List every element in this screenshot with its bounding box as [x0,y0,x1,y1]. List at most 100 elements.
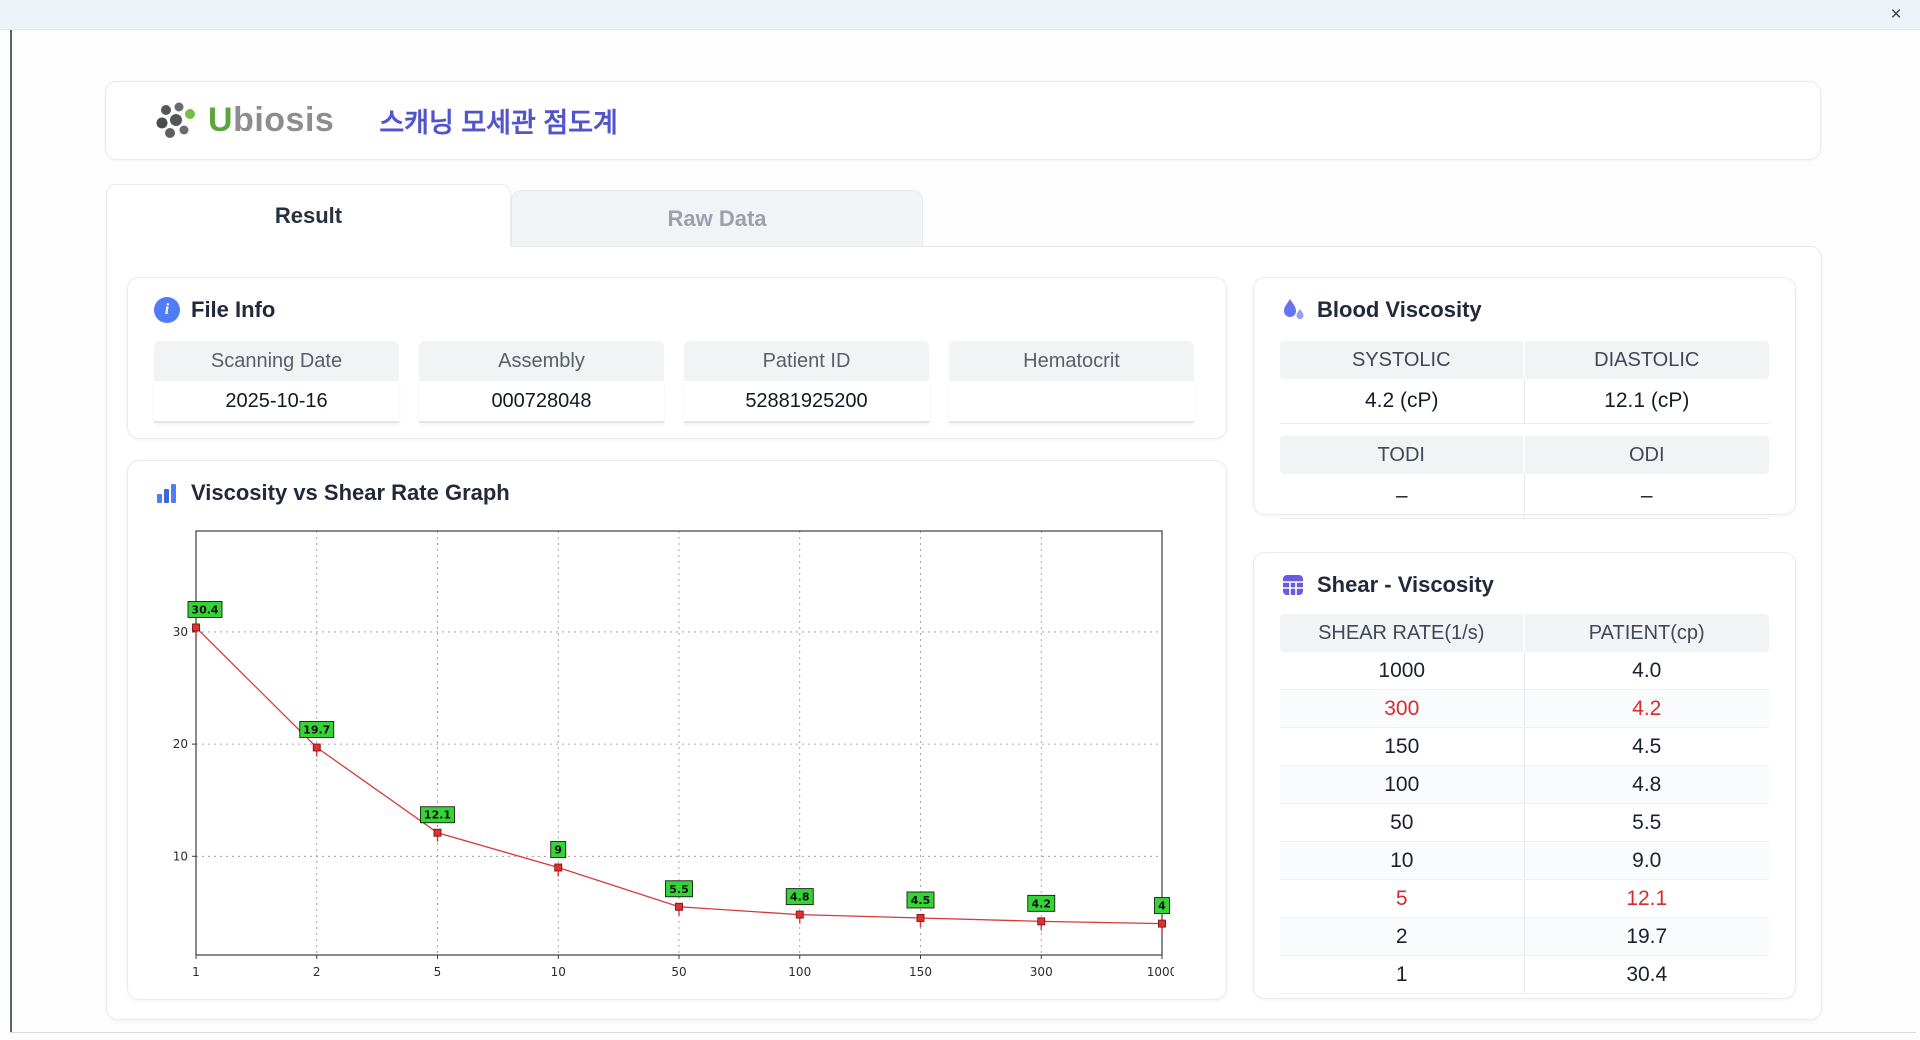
svg-text:50: 50 [671,965,686,979]
shear-rate-cell: 1 [1280,956,1525,993]
odi-value: – [1524,474,1769,519]
shear-rate-cell: 50 [1280,804,1525,841]
shear-viscosity-row: 300 4.2 [1280,690,1769,728]
todi-value: – [1280,474,1525,519]
file-info-field: Patient ID 52881925200 [684,341,929,423]
svg-text:5.5: 5.5 [669,883,689,896]
file-info-fields: Scanning Date 2025-10-16 Assembly 000728048… [154,341,1200,423]
shear-rate-cell: 150 [1280,728,1525,765]
viscosity-chart: 10 20 30 1 2 5 10 50 100 150 300 1000 30.4 19.7 12.1 9 5… [173,530,1177,979]
tab-result[interactable]: Result [106,184,511,247]
logo-letter-u: U [208,101,234,139]
patient-cell: 4.8 [1632,772,1662,796]
svg-text:150: 150 [909,965,932,979]
tab-raw-data[interactable]: Raw Data [511,190,923,246]
file-info-field: Scanning Date 2025-10-16 [154,341,399,423]
patient-cell: 19.7 [1626,924,1668,948]
patient-cell: 4.5 [1632,734,1662,758]
main-panel: i File Info Scanning Date 2025-10-16 Assem… [106,246,1822,1020]
window-bottom-border [10,1032,1916,1033]
systolic-value: 4.2 (cP) [1280,379,1525,424]
diastolic-value: 12.1 (cP) [1524,379,1769,424]
shear-viscosity-row: 5 12.1 [1280,880,1769,918]
field-value: 52881925200 [684,381,929,423]
chart-area: 10 20 30 1 2 5 10 50 100 150 300 1000 30.4 19.7 12.1 9 5… [164,527,1177,997]
window-titlebar: × [0,0,1920,30]
odi-label: ODI [1524,436,1769,474]
logo-text: Ubiosis [208,101,334,140]
svg-text:9: 9 [554,844,562,857]
info-icon: i [154,297,180,323]
blood-viscosity-grid: SYSTOLIC DIASTOLIC 4.2 (cP) 12.1 (cP) TO… [1280,341,1769,519]
svg-text:10: 10 [173,849,188,863]
svg-text:12.1: 12.1 [424,809,451,822]
field-value: 2025-10-16 [154,381,399,423]
svg-text:10: 10 [551,965,566,979]
blood-viscosity-card: Blood Viscosity SYSTOLIC DIASTOLIC 4.2 (… [1253,277,1796,519]
file-info-title: File Info [191,297,276,322]
field-label: Assembly [419,341,664,381]
svg-text:100: 100 [788,965,811,979]
logo-letters-rest: biosis [233,101,335,139]
ubiosis-logo-icon [156,102,195,138]
shear-viscosity-header-row: SHEAR RATE(1/s) PATIENT(cp) [1280,614,1769,652]
patient-cell: 30.4 [1626,962,1668,986]
shear-rate-cell: 300 [1280,690,1525,727]
file-info-card: i File Info Scanning Date 2025-10-16 Assem… [127,277,1227,439]
svg-text:1: 1 [192,965,200,979]
ubiosis-logo: Ubiosis [154,100,334,142]
svg-text:4.5: 4.5 [911,894,931,907]
svg-text:4.2: 4.2 [1032,897,1052,910]
field-label: Hematocrit [949,341,1194,381]
shear-viscosity-row: 1 30.4 [1280,956,1769,994]
todi-label: TODI [1280,436,1525,474]
patient-column-header: PATIENT(cp) [1588,621,1705,644]
graph-title: Viscosity vs Shear Rate Graph [191,480,510,505]
window-left-border [10,30,12,1032]
svg-text:300: 300 [1030,965,1053,979]
field-value [949,381,1194,423]
shear-viscosity-title: Shear - Viscosity [1317,572,1494,597]
shear-rate-cell: 1000 [1280,652,1525,689]
file-info-field: Assembly 000728048 [419,341,664,423]
shear-viscosity-row: 10 9.0 [1280,842,1769,880]
shear-viscosity-table: SHEAR RATE(1/s) PATIENT(cp) 1000 4.0 300 4.… [1280,614,1769,994]
svg-text:5: 5 [434,965,442,979]
svg-text:4: 4 [1158,900,1166,913]
shear-viscosity-row: 100 4.8 [1280,766,1769,804]
shear-rate-cell: 100 [1280,766,1525,803]
shear-rate-cell: 10 [1280,842,1525,879]
patient-cell: 12.1 [1626,886,1668,910]
shear-viscosity-row: 150 4.5 [1280,728,1769,766]
shear-rate-column-header: SHEAR RATE(1/s) [1280,614,1525,652]
header-card: Ubiosis 스캐닝 모세관 점도계 [105,81,1821,160]
blood-viscosity-title: Blood Viscosity [1317,297,1482,322]
systolic-label: SYSTOLIC [1280,341,1525,379]
svg-text:30: 30 [173,625,188,639]
shear-rate-cell: 2 [1280,918,1525,955]
shear-viscosity-card: Shear - Viscosity SHEAR RATE(1/s) PATIEN… [1253,552,1796,999]
table-icon [1283,575,1303,595]
shear-rate-cell: 5 [1280,880,1525,917]
svg-text:20: 20 [173,737,188,751]
diastolic-label: DIASTOLIC [1524,341,1769,379]
patient-cell: 9.0 [1632,848,1662,872]
shear-viscosity-row: 2 19.7 [1280,918,1769,956]
field-value: 000728048 [419,381,664,423]
shear-viscosity-row: 50 5.5 [1280,804,1769,842]
file-info-field: Hematocrit [949,341,1194,423]
graph-card: Viscosity vs Shear Rate Graph 10 20 30 1 2 5 1… [127,460,1227,1000]
app-title: 스캐닝 모세관 점도계 [379,108,618,138]
patient-cell: 5.5 [1632,810,1662,834]
svg-text:30.4: 30.4 [191,603,218,616]
shear-viscosity-row: 1000 4.0 [1280,652,1769,690]
field-label: Scanning Date [154,341,399,381]
svg-text:2: 2 [313,965,321,979]
patient-cell: 4.2 [1632,696,1662,720]
window-close-button[interactable]: × [1884,3,1908,27]
svg-text:1000: 1000 [1147,965,1174,979]
field-label: Patient ID [684,341,929,381]
patient-cell: 4.0 [1632,658,1662,682]
bar-chart-icon [157,484,176,503]
svg-text:4.8: 4.8 [790,891,810,904]
